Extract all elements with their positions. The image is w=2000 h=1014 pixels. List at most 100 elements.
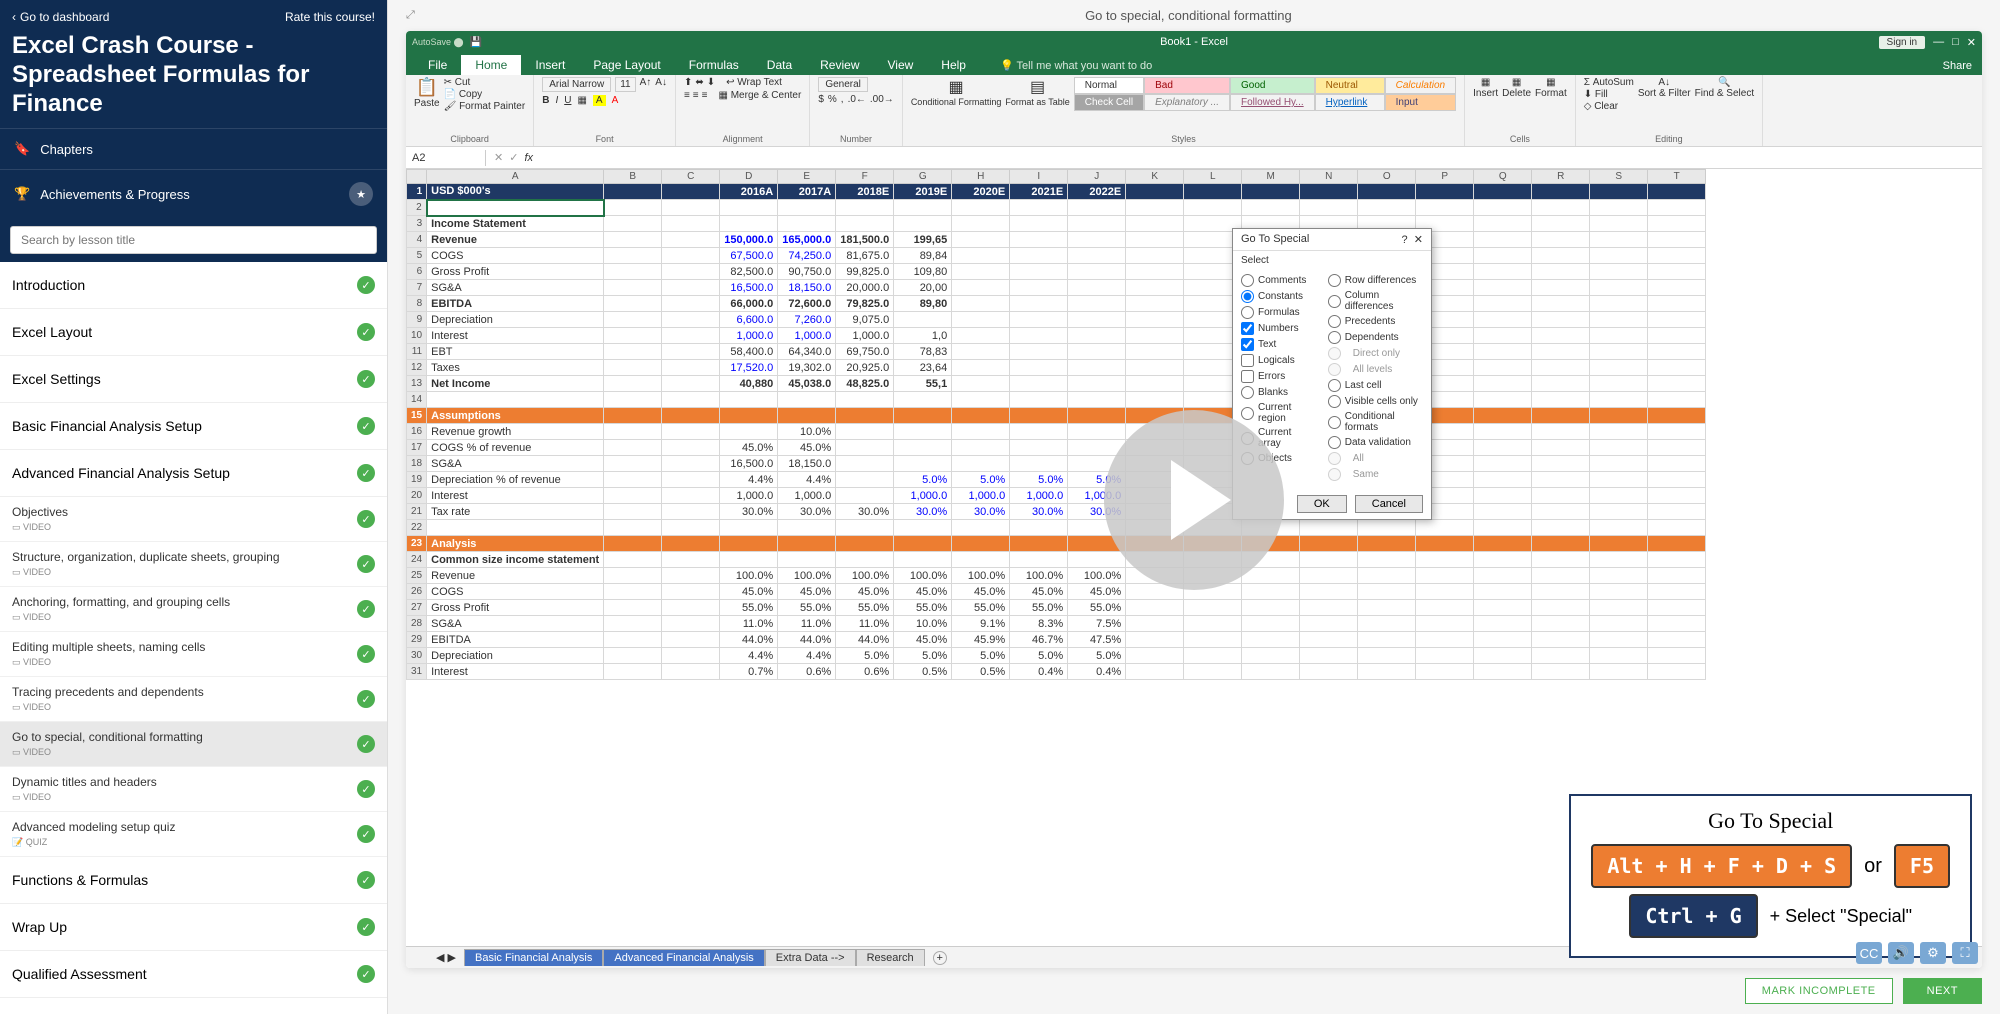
ribbon-tab-page-layout[interactable]: Page Layout [579, 55, 674, 75]
ribbon-tab-view[interactable]: View [874, 55, 928, 75]
rate-course-link[interactable]: Rate this course! [285, 10, 375, 24]
sub-lesson-item[interactable]: Objectives▭ VIDEO✓ [0, 497, 387, 542]
sheet-tab[interactable]: Extra Data --> [765, 949, 856, 966]
sort-filter-button[interactable]: A↓Sort & Filter [1638, 77, 1691, 99]
tell-me-search[interactable]: 💡 Tell me what you want to do [1000, 59, 1152, 75]
ribbon-tab-insert[interactable]: Insert [521, 55, 579, 75]
achievements-nav[interactable]: 🏆 Achievements & Progress ★ [0, 169, 387, 218]
style-bad[interactable]: Bad [1144, 77, 1230, 94]
sub-lesson-item[interactable]: Editing multiple sheets, naming cells▭ V… [0, 632, 387, 677]
dialog-option[interactable]: Precedents [1328, 315, 1423, 328]
ribbon-tab-home[interactable]: Home [461, 55, 521, 75]
dialog-option[interactable]: Current region [1241, 402, 1316, 424]
play-button[interactable] [1104, 410, 1284, 590]
style-neutral[interactable]: Neutral [1315, 77, 1385, 94]
underline-button[interactable]: U [564, 95, 571, 106]
sub-lesson-item[interactable]: Structure, organization, duplicate sheet… [0, 542, 387, 587]
sub-lesson-item[interactable]: Go to special, conditional formatting▭ V… [0, 722, 387, 767]
sheet-tab[interactable]: Research [856, 949, 925, 966]
find-select-button[interactable]: 🔍Find & Select [1695, 77, 1754, 99]
sheet-tab[interactable]: Advanced Financial Analysis [603, 949, 764, 966]
expand-icon[interactable]: ⤢ [406, 9, 415, 22]
dialog-option[interactable]: Constants [1241, 290, 1316, 303]
bold-button[interactable]: B [542, 95, 549, 106]
share-button[interactable]: Share [1933, 60, 1982, 75]
format-painter-button[interactable]: 🖌 Format Painter [444, 101, 526, 112]
font-inc-icon[interactable]: A↑ [640, 77, 652, 92]
number-format[interactable]: General [818, 77, 868, 92]
sheet-nav-icon[interactable]: ◀ ▶ [436, 951, 456, 964]
dialog-option[interactable]: Last cell [1328, 379, 1423, 392]
section-item[interactable]: Wrap Up✓ [0, 904, 387, 951]
style-followed[interactable]: Followed Hy... [1230, 94, 1315, 111]
border-icon[interactable]: ▦ [577, 95, 586, 106]
ribbon-tab-file[interactable]: File [414, 55, 461, 75]
font-size[interactable]: 11 [615, 77, 635, 92]
delete-cells-button[interactable]: ▦Delete [1502, 77, 1531, 99]
ribbon-tab-data[interactable]: Data [753, 55, 806, 75]
section-item[interactable]: Advanced Financial Analysis Setup✓ [0, 450, 387, 497]
style-input[interactable]: Input [1385, 94, 1456, 111]
dialog-help-icon[interactable]: ? [1402, 234, 1408, 246]
section-item[interactable]: Excel Settings✓ [0, 356, 387, 403]
cc-button[interactable]: CC [1856, 942, 1882, 964]
format-table-button[interactable]: ▤Format as Table [1005, 77, 1069, 107]
section-item[interactable]: Functions & Formulas✓ [0, 857, 387, 904]
dialog-option[interactable]: Visible cells only [1328, 395, 1423, 408]
dialog-option[interactable]: Conditional formats [1328, 411, 1423, 433]
wrap-text-button[interactable]: ↩ Wrap Text [726, 77, 782, 88]
signin-button[interactable]: Sign in [1879, 36, 1926, 49]
enter-formula-icon[interactable]: ✓ [509, 151, 518, 164]
ribbon-tab-review[interactable]: Review [806, 55, 873, 75]
font-color-icon[interactable]: A [612, 95, 619, 106]
italic-button[interactable]: I [555, 95, 558, 106]
cond-format-button[interactable]: ▦Conditional Formatting [911, 77, 1002, 107]
merge-button[interactable]: ▦ Merge & Center [718, 90, 801, 101]
style-calculation[interactable]: Calculation [1385, 77, 1456, 94]
style-hyperlink[interactable]: Hyperlink [1315, 94, 1385, 111]
dialog-option[interactable]: Formulas [1241, 306, 1316, 319]
style-normal[interactable]: Normal [1074, 77, 1144, 94]
font-dec-icon[interactable]: A↓ [655, 77, 667, 92]
fx-icon[interactable]: fx [524, 152, 533, 164]
section-item[interactable]: Excel Layout✓ [0, 309, 387, 356]
dialog-option[interactable]: All levels [1328, 363, 1423, 376]
section-item[interactable]: Qualified Assessment✓ [0, 951, 387, 998]
dialog-option[interactable]: Column differences [1328, 290, 1423, 312]
font-name[interactable]: Arial Narrow [542, 77, 611, 92]
sub-lesson-item[interactable]: Tracing precedents and dependents▭ VIDEO… [0, 677, 387, 722]
mark-incomplete-button[interactable]: MARK INCOMPLETE [1745, 978, 1893, 1004]
fill-button[interactable]: ⬇ Fill [1584, 89, 1634, 100]
close-icon[interactable]: ✕ [1967, 36, 1976, 49]
dialog-option[interactable]: Direct only [1328, 347, 1423, 360]
dialog-option[interactable]: Text [1241, 338, 1316, 351]
fill-color-icon[interactable]: A [593, 95, 606, 106]
dialog-option[interactable]: Same [1328, 468, 1423, 481]
cancel-formula-icon[interactable]: ✕ [494, 151, 503, 164]
name-box[interactable]: A2 [406, 150, 486, 166]
minimize-icon[interactable]: — [1933, 36, 1944, 48]
sub-lesson-item[interactable]: Dynamic titles and headers▭ VIDEO✓ [0, 767, 387, 812]
volume-button[interactable]: 🔊 [1888, 942, 1914, 964]
cut-button[interactable]: ✂ Cut [444, 77, 526, 88]
dialog-ok-button[interactable]: OK [1297, 495, 1347, 513]
fullscreen-button[interactable]: ⛶ [1952, 942, 1978, 964]
dialog-option[interactable]: Logicals [1241, 354, 1316, 367]
dialog-option[interactable]: Dependents [1328, 331, 1423, 344]
dialog-cancel-button[interactable]: Cancel [1355, 495, 1423, 513]
back-to-dashboard-link[interactable]: ‹ Go to dashboard [12, 10, 109, 24]
chapters-nav[interactable]: 🔖 Chapters [0, 128, 387, 169]
dialog-close-icon[interactable]: ✕ [1414, 234, 1423, 246]
settings-button[interactable]: ⚙ [1920, 942, 1946, 964]
style-good[interactable]: Good [1230, 77, 1315, 94]
spreadsheet-grid[interactable]: ABCDEFGHIJKLMNOPQRST1USD $000's2016A2017… [406, 169, 1706, 680]
ribbon-tab-help[interactable]: Help [927, 55, 980, 75]
dialog-option[interactable]: Data validation [1328, 436, 1423, 449]
copy-button[interactable]: 📄 Copy [444, 89, 526, 100]
maximize-icon[interactable]: □ [1952, 36, 1959, 48]
align-top-icon[interactable]: ⬆ [684, 77, 692, 88]
ribbon-tab-formulas[interactable]: Formulas [675, 55, 753, 75]
dialog-option[interactable]: All [1328, 452, 1423, 465]
format-cells-button[interactable]: ▦Format [1535, 77, 1567, 99]
paste-icon[interactable]: 📋 [414, 77, 440, 98]
